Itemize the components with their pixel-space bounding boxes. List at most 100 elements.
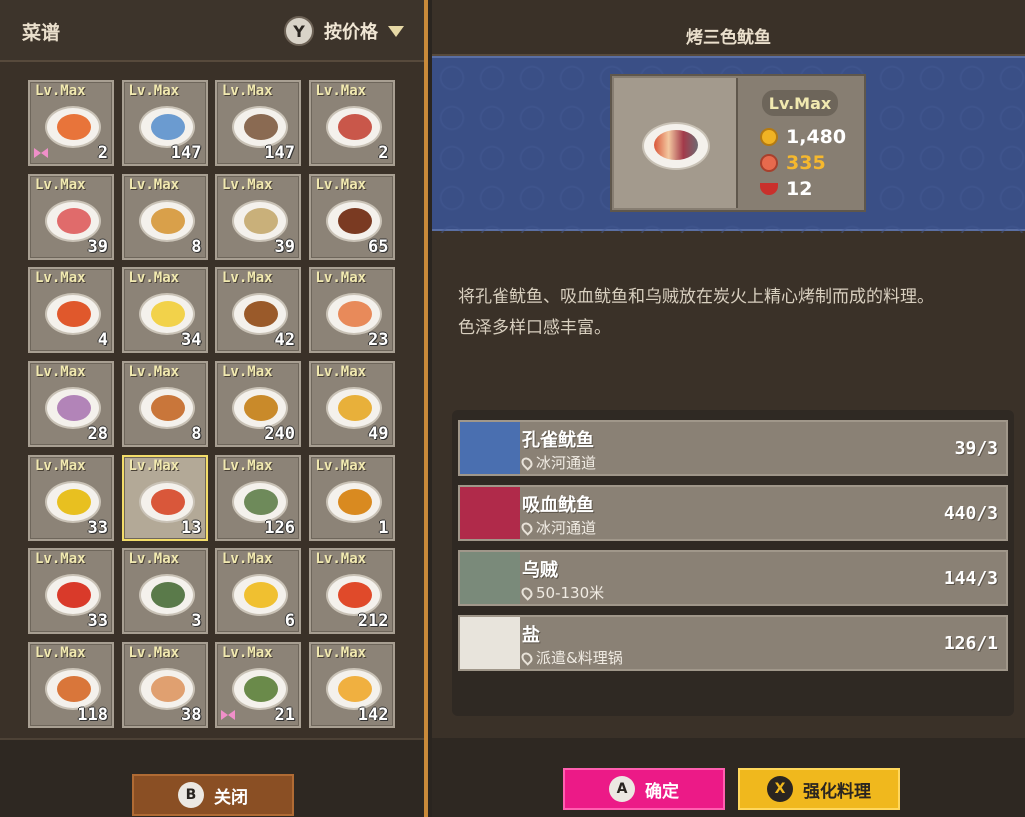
recipe-level: Lv.Max (315, 83, 367, 99)
dish-icon (138, 480, 195, 523)
right-footer: A 确定 X 强化料理 (432, 738, 1025, 817)
recipe-cell[interactable]: Lv.Max 39 (215, 173, 301, 260)
recipe-cell[interactable]: Lv.Max 147 (121, 80, 208, 166)
dish-icon (325, 480, 382, 523)
dish-icon (45, 199, 101, 242)
recipe-cell[interactable]: Lv.Max 65 (308, 173, 395, 260)
dish-icon (232, 106, 288, 148)
enhance-label: 强化料理 (803, 781, 871, 802)
ribbon-icon (221, 710, 235, 721)
recipe-grid-area[interactable]: Lv.Max 2 Lv.Max 147 Lv.Max 147 Lv.Max 2 Lv.Max 39… (8, 62, 420, 738)
dish-icon (232, 668, 288, 711)
recipe-cell[interactable]: Lv.Max 49 (308, 361, 395, 448)
recipe-cell[interactable]: Lv.Max 33 (28, 454, 114, 541)
location-pin-icon (519, 519, 535, 536)
recipe-cell[interactable]: Lv.Max 4 (28, 267, 114, 354)
recipe-list-panel: 菜谱 Y 按价格 Lv.Max 2 Lv.Max 147 Lv.Max 147 Lv.Max… (0, 0, 428, 817)
recipe-count: 13 (181, 517, 202, 538)
recipe-level: Lv.Max (222, 551, 273, 568)
enhance-recipe-button[interactable]: X 强化料理 (738, 768, 900, 810)
recipe-cell[interactable]: Lv.Max 3 (121, 548, 208, 635)
recipe-cell[interactable]: Lv.Max 28 (28, 361, 114, 448)
dish-icon (138, 668, 195, 711)
dish-icon (45, 106, 101, 148)
dish-icon (325, 199, 382, 242)
dish-icon (325, 574, 382, 617)
recipe-cell[interactable]: Lv.Max 1 (308, 454, 395, 541)
recipe-level: Lv.Max (128, 364, 180, 381)
recipe-grid: Lv.Max 2 Lv.Max 147 Lv.Max 147 Lv.Max 2 Lv.Max 39… (28, 80, 395, 729)
recipe-count: 2 (378, 143, 389, 163)
ribbon-icon (34, 148, 48, 158)
dish-icon (45, 574, 101, 617)
dish-info-card: Lv.Max 1,480 335 12 (610, 74, 866, 212)
coin-icon (760, 128, 778, 146)
close-button[interactable]: B 关闭 (132, 774, 294, 816)
dish-icon (45, 387, 101, 430)
dish-icon (232, 574, 288, 617)
y-button-icon: Y (284, 16, 314, 46)
recipe-cell[interactable]: Lv.Max 23 (308, 267, 395, 354)
dish-icon (232, 480, 288, 523)
dish-icon (325, 293, 382, 336)
recipe-cell[interactable]: Lv.Max 38 (121, 642, 208, 729)
close-label: 关闭 (214, 787, 248, 808)
recipe-cell[interactable]: Lv.Max 33 (28, 548, 114, 635)
recipe-cell[interactable]: Lv.Max 39 (28, 173, 114, 260)
a-button-icon: A (609, 776, 635, 802)
recipe-cell[interactable]: Lv.Max 118 (28, 642, 114, 729)
recipe-count: 126 (264, 517, 295, 538)
taste-value: 335 (786, 152, 826, 174)
taste-face-icon (760, 154, 778, 172)
dish-icon (138, 387, 195, 430)
price-stat: 1,480 (760, 126, 846, 148)
recipe-cell[interactable]: Lv.Max 13 (121, 454, 208, 541)
location-text: 冰河通道 (536, 519, 597, 537)
dish-icon (325, 387, 382, 430)
recipe-cell[interactable]: Lv.Max 2 (308, 80, 395, 166)
recipe-level: Lv.Max (128, 83, 180, 99)
recipe-cell[interactable]: Lv.Max 126 (215, 454, 301, 541)
recipe-cell[interactable]: Lv.Max 8 (121, 361, 208, 448)
dish-icon (232, 293, 288, 336)
dish-icon (138, 199, 195, 242)
ingredient-name: 孔雀鱿鱼 (522, 430, 594, 451)
recipe-cell[interactable]: Lv.Max 34 (121, 267, 208, 354)
dish-icon (232, 199, 288, 242)
dish-icon (45, 293, 101, 336)
ingredient-quantity: 39/3 (954, 438, 998, 459)
ingredient-location: 冰河通道 (519, 452, 596, 473)
recipe-cell[interactable]: Lv.Max 21 (215, 642, 301, 729)
recipe-level: Lv.Max (222, 176, 273, 193)
recipe-cell[interactable]: Lv.Max 212 (308, 548, 395, 635)
recipe-count: 6 (284, 611, 295, 632)
recipe-cell[interactable]: Lv.Max 240 (215, 361, 301, 448)
recipe-count: 1 (378, 517, 389, 538)
sort-control[interactable]: Y 按价格 (284, 16, 404, 46)
recipe-cell[interactable]: Lv.Max 2 (28, 80, 114, 166)
ingredient-row[interactable]: 乌贼 50-130米 144/3 (458, 550, 1008, 606)
recipe-level: Lv.Max (128, 270, 180, 287)
recipe-count: 8 (191, 236, 202, 257)
recipe-level: Lv.Max (222, 645, 273, 662)
recipe-level: Lv.Max (128, 645, 180, 662)
recipe-level: Lv.Max (315, 364, 367, 381)
recipe-level: Lv.Max (35, 645, 86, 662)
vampire-squid-icon (460, 487, 520, 539)
dish-icon (138, 293, 195, 336)
recipe-cell[interactable]: Lv.Max 142 (308, 642, 395, 729)
recipe-cell[interactable]: Lv.Max 147 (215, 80, 301, 166)
recipe-cell[interactable]: Lv.Max 42 (215, 267, 301, 354)
ingredient-row[interactable]: 孔雀鱿鱼 冰河通道 39/3 (458, 420, 1008, 476)
recipe-level: Lv.Max (315, 645, 367, 662)
ingredient-row[interactable]: 吸血鱿鱼冰河通道 440/3 (458, 485, 1008, 541)
dish-icon (138, 106, 195, 148)
ingredient-row[interactable]: 盐派遣&料理锅 126/1 (458, 615, 1008, 671)
ingredient-location: 派遣&料理锅 (519, 647, 623, 668)
confirm-button[interactable]: A 确定 (563, 768, 725, 810)
dish-icon (325, 106, 382, 148)
recipe-cell[interactable]: Lv.Max 6 (215, 548, 301, 635)
ingredient-name: 吸血鱿鱼 (522, 495, 594, 516)
recipe-cell[interactable]: Lv.Max 8 (121, 173, 208, 260)
ingredient-quantity: 440/3 (943, 503, 998, 524)
